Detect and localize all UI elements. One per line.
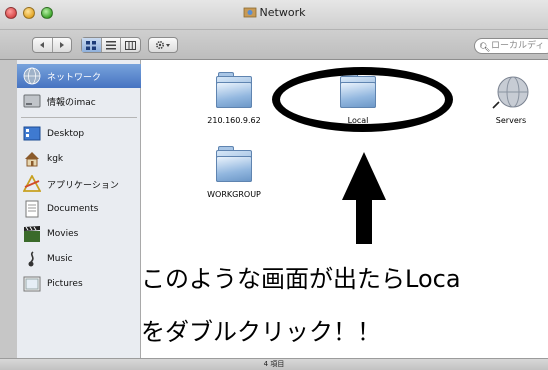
search-field[interactable]: 🔍︎ ローカルディ: [474, 38, 548, 54]
list-view-icon: [106, 40, 116, 49]
toolbar: 🔍︎ ローカルディ: [0, 30, 548, 60]
desktop-icon: [23, 126, 41, 141]
gear-icon: [155, 40, 170, 50]
sidebar-item-applications[interactable]: アプリケーション: [17, 172, 141, 196]
sidebar-item-label: kgk: [47, 154, 64, 164]
icon-view-icon: [86, 40, 97, 50]
folder-icon: [212, 146, 256, 186]
sidebar-item-label: ネットワーク: [47, 72, 102, 83]
highlight-ellipse: [272, 67, 453, 132]
documents-icon: [25, 200, 39, 218]
folder-item-workgroup[interactable]: WORKGROUP: [189, 146, 279, 199]
window-title-text: Network: [259, 6, 306, 19]
sidebar-item-label: Pictures: [47, 279, 83, 289]
sidebar-divider: [21, 117, 137, 118]
title-bar: Network: [0, 0, 548, 30]
forward-arrow-icon: [59, 42, 64, 48]
sidebar-item-music[interactable]: Music: [17, 247, 141, 271]
server-item-servers[interactable]: Servers: [466, 72, 548, 125]
sidebar-item-home[interactable]: kgk: [17, 147, 141, 171]
network-title-icon: [243, 7, 256, 18]
network-globe-icon: [23, 67, 41, 85]
hard-drive-icon: [23, 94, 41, 108]
view-mode-control: [81, 37, 141, 53]
folder-icon: [212, 72, 256, 112]
icon-view-button[interactable]: [82, 38, 102, 52]
pointer-arrow-shaft: [356, 198, 372, 244]
folder-label: WORKGROUP: [207, 190, 261, 199]
column-view-icon: [125, 40, 137, 50]
window-title: Network: [0, 6, 548, 19]
sidebar-item-label: アプリケーション: [47, 180, 119, 191]
server-icon: [489, 72, 533, 112]
folder-item-ip[interactable]: 210.160.9.62: [189, 72, 279, 125]
back-forward-control: [32, 37, 72, 53]
sidebar-item-network[interactable]: ネットワーク: [17, 64, 141, 88]
sidebar-item-label: Documents: [47, 204, 99, 214]
pointer-arrow-head: [342, 152, 386, 200]
instruction-line-1: このような画面が出たらLoca: [141, 265, 461, 293]
sidebar: ネットワーク 情報のimac Desktop kgk アプリケーション Docu…: [17, 60, 141, 358]
sidebar-item-label: Music: [47, 254, 73, 264]
list-view-button[interactable]: [102, 38, 122, 52]
sidebar-item-desktop[interactable]: Desktop: [17, 122, 141, 146]
music-icon: [28, 251, 34, 267]
home-icon: [25, 152, 39, 167]
applications-icon: [23, 175, 41, 192]
window-left-edge: [0, 60, 17, 358]
server-label: Servers: [495, 116, 527, 125]
folder-label: 210.160.9.62: [207, 116, 261, 125]
sidebar-item-documents[interactable]: Documents: [17, 197, 141, 221]
column-view-button[interactable]: [121, 38, 140, 52]
sidebar-item-label: Desktop: [47, 129, 85, 139]
movies-icon: [24, 226, 40, 242]
instruction-line-2: をダブルクリック！！: [141, 318, 381, 346]
sidebar-item-label: 情報のimac: [47, 97, 96, 108]
action-menu-button[interactable]: [148, 37, 178, 53]
sidebar-item-movies[interactable]: Movies: [17, 222, 141, 246]
item-count: 4 項目: [263, 360, 285, 368]
status-bar: 4 項目: [0, 358, 548, 370]
pictures-icon: [23, 276, 41, 292]
forward-button[interactable]: [53, 38, 72, 52]
search-icon: 🔍︎: [479, 43, 491, 53]
sidebar-item-label: Movies: [47, 229, 79, 239]
sidebar-item-imac[interactable]: 情報のimac: [17, 89, 141, 113]
back-button[interactable]: [33, 38, 53, 52]
sidebar-item-pictures[interactable]: Pictures: [17, 272, 141, 296]
back-arrow-icon: [40, 42, 45, 48]
search-placeholder: ローカルディ: [491, 41, 545, 51]
